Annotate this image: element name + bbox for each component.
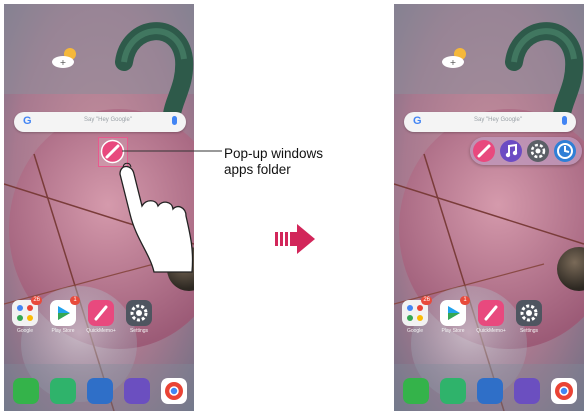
svg-text:+: + — [450, 58, 457, 67]
gear-icon[interactable] — [126, 300, 152, 326]
chrome-icon[interactable] — [161, 378, 187, 404]
hand-pointer-icon — [119, 162, 194, 273]
pen-icon[interactable] — [478, 300, 504, 326]
app-label-quickmemo: QuickMemo+ — [86, 328, 116, 334]
messages-icon[interactable] — [50, 378, 76, 404]
phone-screen-before: + G Say "Hey Google" 26 Google 1 Play St… — [4, 4, 194, 411]
phone-screen-after: + G Say "Hey Google" 26 Google 1 Play St… — [394, 4, 584, 411]
popup-windows-folder — [470, 137, 582, 165]
gear-icon[interactable] — [516, 300, 542, 326]
app-label-play-store: Play Store — [51, 328, 75, 334]
app-label-play-store: Play Store — [441, 328, 465, 334]
google-folder-icon[interactable]: 26 — [402, 296, 432, 326]
search-hint: Say "Hey Google" — [474, 117, 522, 123]
mic-icon[interactable] — [172, 116, 177, 125]
callout-line-2: apps folder — [224, 162, 291, 177]
gear-icon[interactable] — [527, 140, 549, 162]
music-icon[interactable] — [500, 140, 522, 162]
notification-badge: 1 — [460, 296, 470, 305]
notification-badge: 1 — [70, 296, 80, 305]
google-search-bar[interactable]: G Say "Hey Google" — [404, 112, 576, 132]
clock-icon[interactable] — [554, 140, 576, 162]
app-label-settings: Settings — [519, 328, 539, 334]
callout-leader-line — [122, 150, 222, 152]
camera-icon[interactable] — [477, 378, 503, 404]
phone-icon[interactable] — [13, 378, 39, 404]
wallpaper — [394, 4, 584, 411]
app-label-settings: Settings — [129, 328, 149, 334]
svg-text:+: + — [60, 58, 67, 67]
transition-arrow-icon — [275, 224, 315, 254]
google-folder-icon[interactable]: 26 — [12, 296, 42, 326]
phone-icon[interactable] — [403, 378, 429, 404]
chrome-icon[interactable] — [551, 378, 577, 404]
weather-icon[interactable]: + — [48, 44, 82, 70]
google-search-bar[interactable]: G Say "Hey Google" — [14, 112, 186, 132]
app-label-google: Google — [16, 328, 34, 334]
mic-icon[interactable] — [562, 116, 567, 125]
callout-label: Pop-up windows apps folder — [224, 146, 323, 178]
google-logo: G — [23, 115, 32, 127]
gallery-icon[interactable] — [124, 378, 150, 404]
play-store-icon[interactable]: 1 — [50, 296, 80, 326]
play-store-icon[interactable]: 1 — [440, 296, 470, 326]
google-logo: G — [413, 115, 422, 127]
pen-icon[interactable] — [88, 300, 114, 326]
weather-icon[interactable]: + — [438, 44, 472, 70]
messages-icon[interactable] — [440, 378, 466, 404]
app-label-google: Google — [406, 328, 424, 334]
pen-icon[interactable] — [473, 140, 495, 162]
callout-line-1: Pop-up windows — [224, 146, 324, 161]
app-label-quickmemo: QuickMemo+ — [476, 328, 506, 334]
notification-badge: 26 — [31, 296, 42, 305]
gallery-icon[interactable] — [514, 378, 540, 404]
camera-icon[interactable] — [87, 378, 113, 404]
search-hint: Say "Hey Google" — [84, 117, 132, 123]
notification-badge: 26 — [421, 296, 432, 305]
